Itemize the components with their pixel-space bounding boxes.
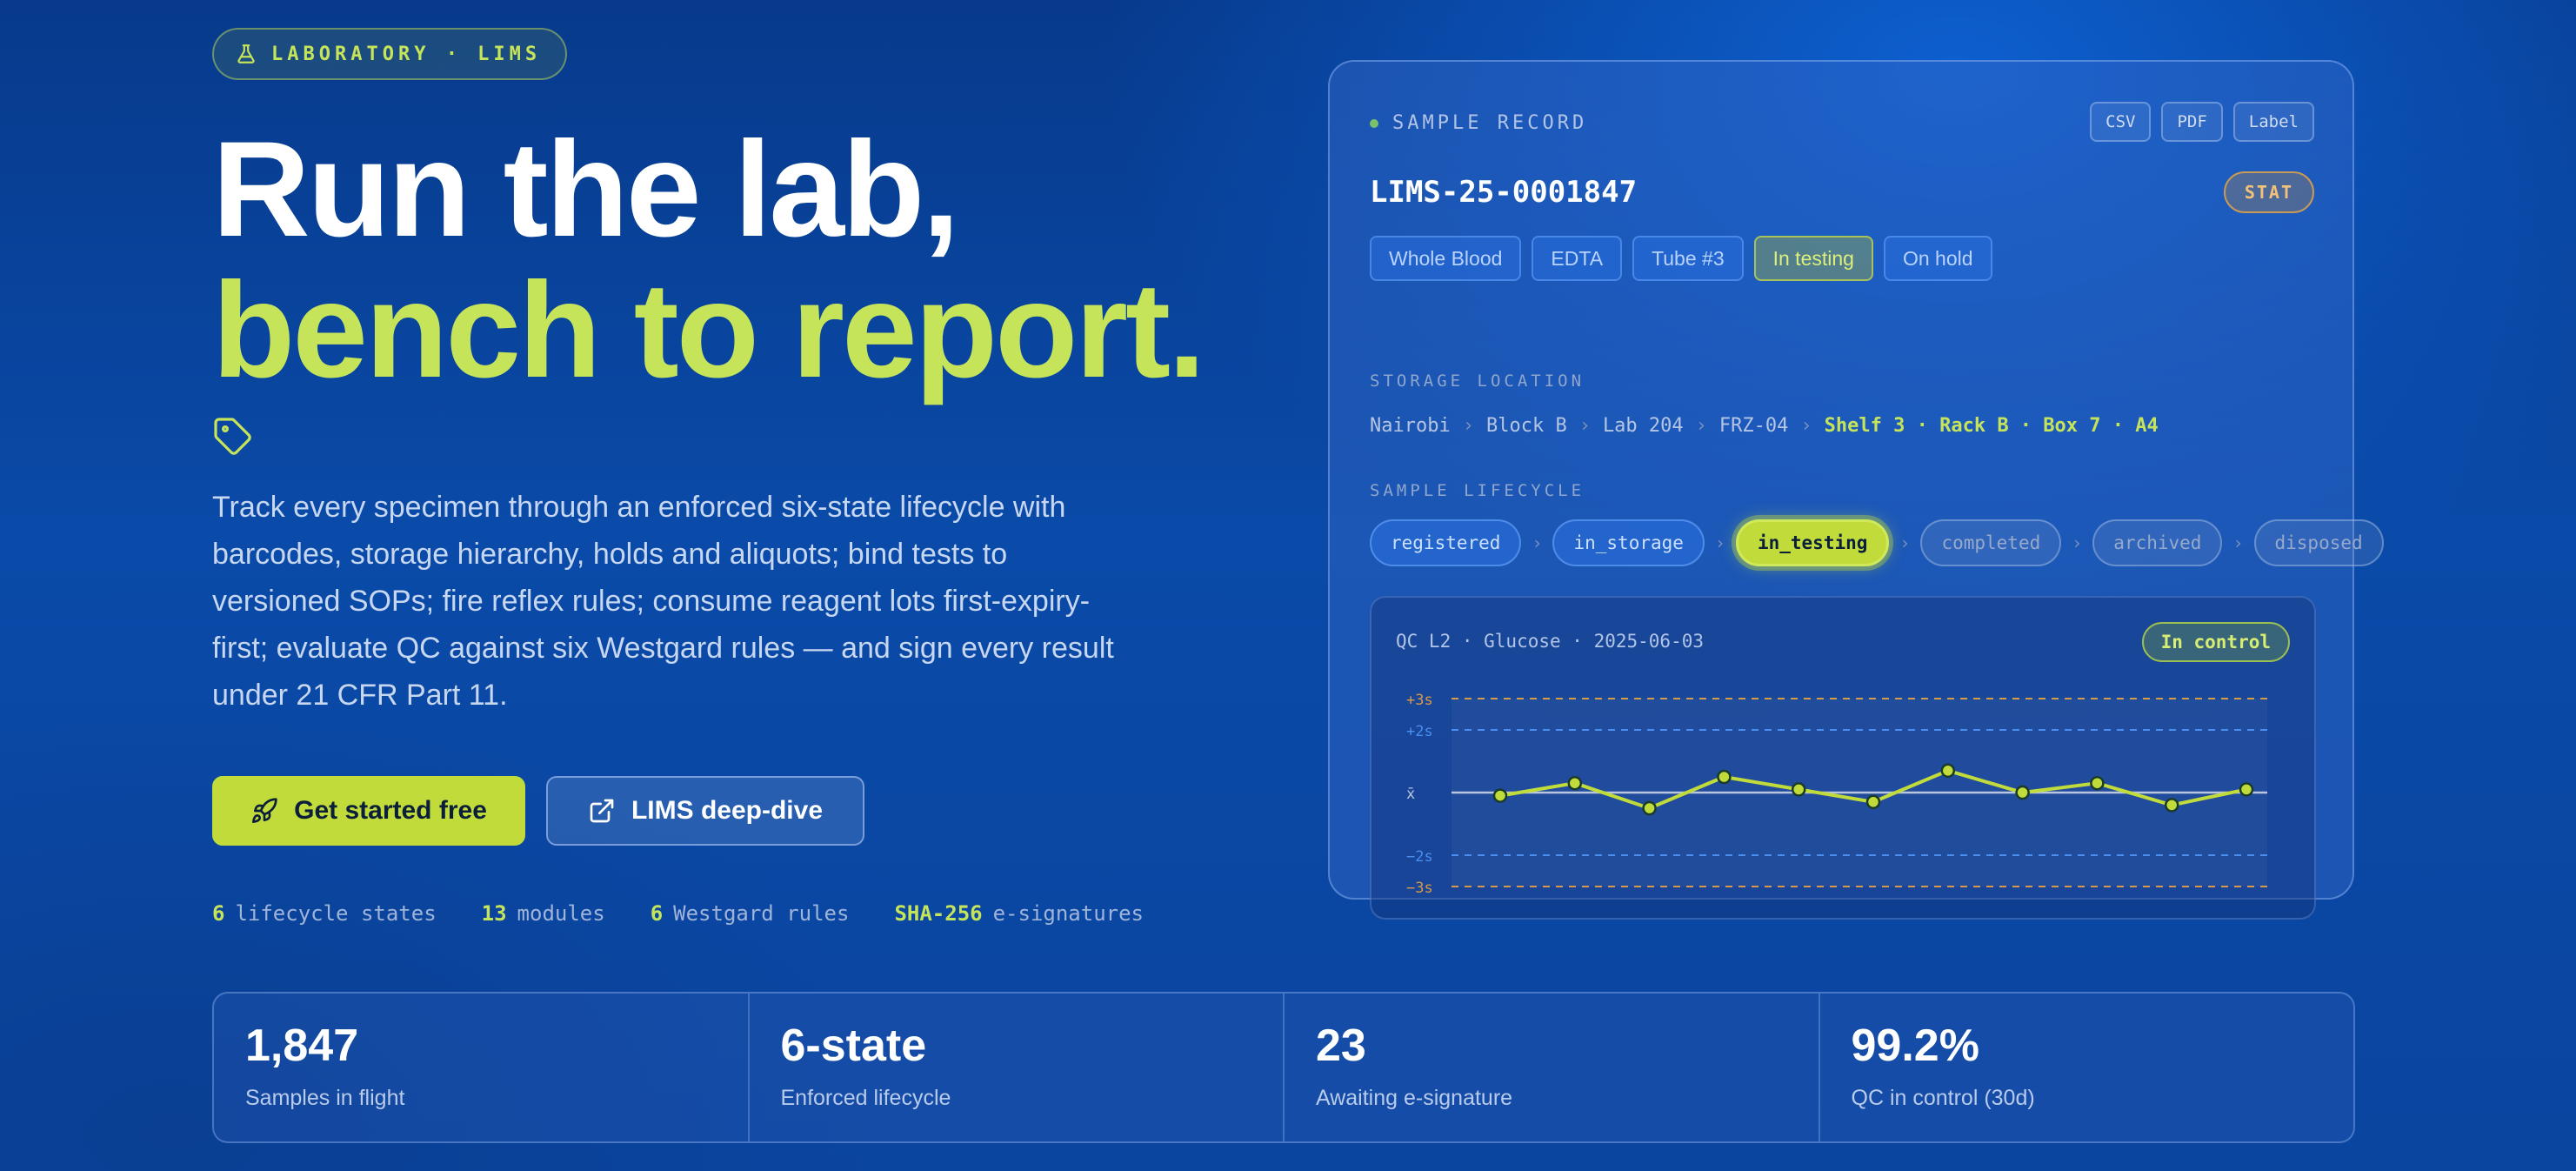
chevron-right-icon: › (1695, 415, 1707, 437)
breadcrumb-lab[interactable]: Lab 204 (1603, 415, 1684, 437)
lifecycle-step-in-testing: in_testing (1735, 519, 1890, 566)
y-axis-label: x̄ (1406, 786, 1415, 803)
status-dot-icon (1370, 118, 1378, 128)
lifecycle-step-registered: registered (1370, 519, 1522, 566)
priority-badge: STAT (2223, 171, 2314, 213)
get-started-button[interactable]: Get started free (212, 776, 525, 846)
qc-data-point (1567, 775, 1583, 791)
qc-data-point (1717, 769, 1732, 785)
qc-data-point (1940, 763, 1956, 779)
qc-data-point (1865, 794, 1881, 810)
lifecycle-step-in-storage: in_storage (1552, 519, 1705, 566)
lifecycle-steps: registered › in_storage › in_testing › c… (1370, 519, 2384, 566)
qc-data-point (2015, 785, 2030, 800)
breadcrumb-position: Shelf 3 · Rack B · Box 7 · A4 (1824, 415, 2159, 437)
sample-chips: Whole Blood EDTA Tube #3 In testing On h… (1370, 236, 1992, 281)
qc-status-badge: In control (2141, 622, 2290, 662)
breadcrumb-site[interactable]: Nairobi (1370, 415, 1451, 437)
breadcrumb-freezer[interactable]: FRZ-04 (1719, 415, 1788, 437)
fact-list: 6 lifecycle states 13 modules 6 Westgard ru… (212, 901, 1144, 926)
qc-data-point (2239, 782, 2254, 797)
y-axis-label: −2s (1406, 848, 1433, 866)
flask-icon (237, 44, 255, 64)
chevron-right-icon: › (1532, 532, 1543, 553)
qc-data-point (2090, 775, 2105, 791)
stat-samples-in-flight: 1,847 Samples in flight (214, 994, 750, 1141)
chevron-right-icon: › (2232, 532, 2244, 553)
card-header-label: SAMPLE RECORD (1392, 112, 1588, 134)
chip-hold: On hold (1883, 236, 1992, 281)
fact-item: 13 modules (481, 901, 605, 926)
qc-chart-title: QC L2 · Glucose · 2025-06-03 (1396, 631, 1705, 652)
stat-qc-in-control: 99.2% QC in control (30d) (1851, 1020, 2035, 1110)
stats-bar: 1,847 Samples in flight 6-state Enforced… (212, 992, 2355, 1143)
external-link-icon (590, 799, 614, 823)
export-actions: CSV PDF Label (2090, 102, 2314, 142)
export-csv-button[interactable]: CSV (2090, 102, 2152, 142)
qc-chart-panel: +3s +2s x̄ −2s −3s QC L2 · Glucose · 2025-06… (1370, 596, 2316, 920)
y-axis-label: +2s (1406, 723, 1433, 740)
chevron-right-icon: › (2072, 532, 2083, 553)
lims-deep-dive-label: LIMS deep-dive (631, 796, 824, 825)
tag-icon (214, 418, 251, 455)
qc-data-point (2164, 798, 2179, 813)
lifecycle-step-archived: archived (2092, 519, 2223, 566)
hero-title-line-2: bench to report. (212, 255, 1205, 406)
y-axis-label: +3s (1406, 692, 1433, 709)
fact-item: SHA-256 e-signatures (894, 901, 1144, 926)
fact-item: 6 lifecycle states (212, 901, 437, 926)
qc-data-point (1791, 782, 1806, 797)
chip-specimen-type: Whole Blood (1370, 236, 1522, 281)
stat-awaiting-signature: 23 Awaiting e-signature (1285, 994, 1820, 1141)
stat-enforced-lifecycle: 6-state Enforced lifecycle (750, 994, 1285, 1141)
chevron-right-icon: › (1800, 415, 1812, 437)
chip-status: In testing (1753, 236, 1873, 281)
storage-location-label: STORAGE LOCATION (1370, 371, 1585, 391)
sample-lifecycle-label: SAMPLE LIFECYCLE (1370, 481, 1585, 500)
chip-tube: Tube #3 (1632, 236, 1744, 281)
eyebrow-badge: LABORATORY · LIMS (212, 28, 568, 80)
sample-record-card: SAMPLE RECORD CSV PDF Label LIMS-25-0001… (1328, 60, 2384, 920)
eyebrow-label: LABORATORY · LIMS (271, 43, 542, 65)
fact-item: 6 Westgard rules (650, 901, 850, 926)
sample-id: LIMS-25-0001847 (1370, 175, 1638, 210)
get-started-label: Get started free (294, 796, 487, 825)
qc-data-point (1492, 788, 1508, 803)
card-header: SAMPLE RECORD (1370, 112, 1587, 134)
hero-description: Track every specimen through an enforced… (212, 491, 1114, 712)
lims-deep-dive-button[interactable]: LIMS deep-dive (546, 776, 864, 846)
lifecycle-step-completed: completed (1920, 519, 2062, 566)
export-pdf-button[interactable]: PDF (2161, 102, 2223, 142)
print-label-button[interactable]: Label (2232, 102, 2314, 142)
lifecycle-step-disposed: disposed (2253, 519, 2384, 566)
hero-title-line-1: Run the lab, (212, 114, 960, 265)
chevron-right-icon: › (1899, 532, 1911, 553)
y-axis-label: −3s (1406, 880, 1433, 897)
qc-data-point (1642, 800, 1657, 816)
chevron-right-icon: › (1714, 532, 1725, 553)
rocket-icon (252, 798, 277, 823)
chip-container: EDTA (1532, 236, 1623, 281)
breadcrumb-block[interactable]: Block B (1486, 415, 1567, 437)
chevron-right-icon: › (1462, 415, 1474, 437)
chevron-right-icon: › (1578, 415, 1591, 437)
storage-breadcrumb: Nairobi › Block B › Lab 204 › FRZ-04 › S… (1370, 415, 2159, 437)
